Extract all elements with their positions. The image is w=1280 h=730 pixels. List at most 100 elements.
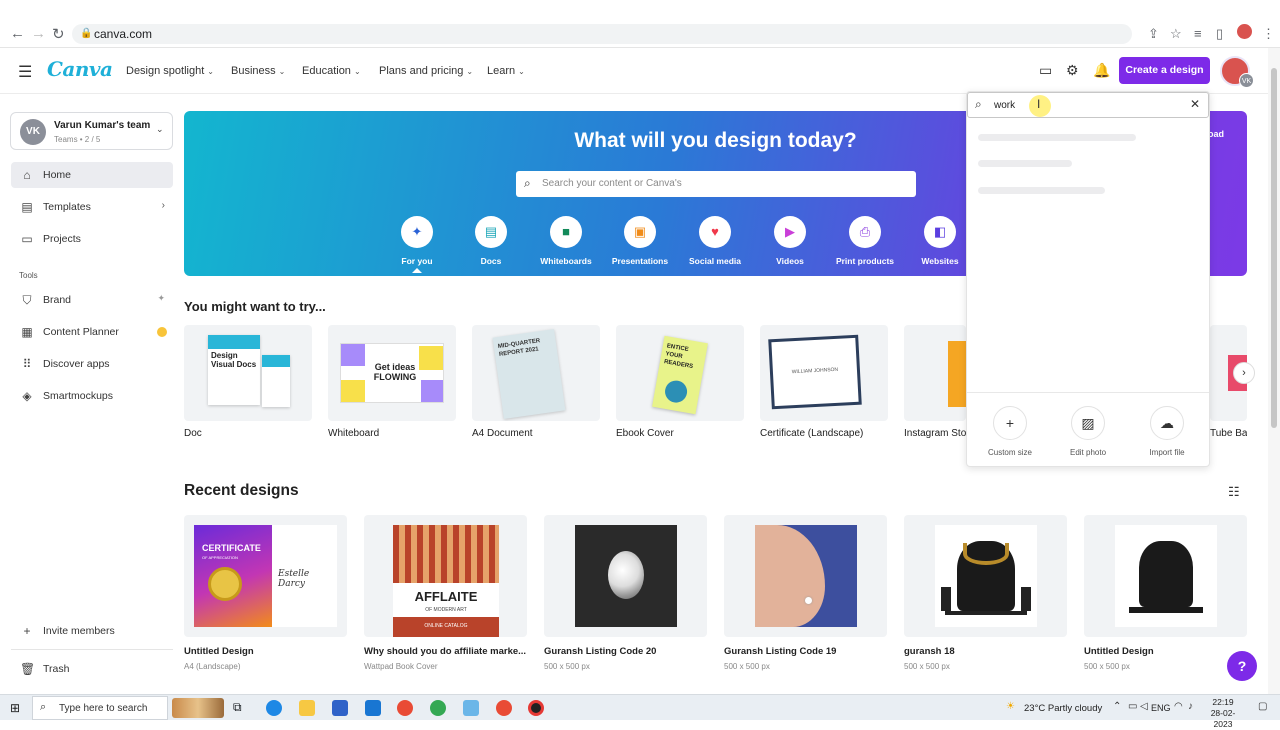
category-videos[interactable]: ▶ Videos	[755, 216, 825, 266]
forward-icon[interactable]: →	[31, 25, 46, 42]
recent-title: Guransh Listing Code 19	[724, 646, 837, 657]
category-websites[interactable]: ◧ Websites	[905, 216, 975, 266]
taskbar-search[interactable]: ⌕ Type here to search	[32, 696, 168, 720]
nav-design-spotlight[interactable]: Design spotlight ⌄	[126, 65, 214, 77]
address-bar[interactable]: 🔒 canva.com	[72, 24, 1132, 44]
mail-icon[interactable]	[365, 700, 381, 716]
sidebar-item-discover-apps[interactable]: ⠿ Discover apps	[11, 351, 173, 377]
wifi-icon[interactable]: ◠	[1174, 701, 1183, 712]
category-whiteboards[interactable]: ■ Whiteboards	[531, 216, 601, 266]
category-presentations[interactable]: ▣ Presentations	[605, 216, 675, 266]
try-card-instagram-story[interactable]	[904, 325, 966, 421]
team-switcher[interactable]: VK Varun Kumar's team Teams • 2 / 5 ⌄	[10, 112, 173, 150]
edit-photo-button[interactable]: ▨ Edit photo	[1053, 406, 1123, 457]
more-menu-icon[interactable]: ⋮	[1262, 26, 1275, 42]
sidebar-item-projects[interactable]: ▭ Projects	[11, 226, 173, 252]
avatar[interactable]: VK	[1220, 56, 1254, 88]
recent-card[interactable]	[544, 515, 707, 637]
hamburger-menu-icon[interactable]: ☰	[18, 62, 32, 82]
network-icon[interactable]: ▭	[1128, 701, 1137, 712]
create-design-button[interactable]: Create a design	[1119, 57, 1210, 84]
upload-button-fragment[interactable]: oad	[1208, 129, 1224, 139]
search-box[interactable]: ⌕ ✕	[967, 92, 1209, 118]
language-indicator[interactable]: ENG	[1151, 703, 1171, 713]
affiliate-thumb-title: AFFLAITE	[414, 589, 478, 604]
bookmark-star-icon[interactable]: ☆	[1170, 26, 1182, 42]
nav-learn[interactable]: Learn ⌄	[487, 65, 525, 77]
carousel-next-button[interactable]: ›	[1233, 362, 1255, 384]
task-view-icon[interactable]: ⧉	[233, 700, 249, 716]
chrome-active-icon[interactable]	[496, 700, 512, 716]
cert-thumb-name: Estelle Darcy	[278, 569, 310, 589]
sidebar-item-brand[interactable]: ⛉ Brand ✦	[11, 287, 173, 313]
sidebar-item-trash[interactable]: 🗑 Trash	[11, 656, 173, 682]
chrome-icon[interactable]	[397, 700, 413, 716]
recent-card[interactable]: AFFLAITE OF MODERN ART ONLINE CATALOG	[364, 515, 527, 637]
loading-skeleton	[978, 187, 1105, 194]
reload-icon[interactable]: ↻	[52, 25, 65, 43]
category-for-you[interactable]: ✦ For you	[382, 216, 452, 273]
speaker-icon[interactable]: ♪	[1188, 701, 1193, 712]
category-print-products[interactable]: ⎙ Print products	[830, 216, 900, 266]
reading-list-icon[interactable]: ≡	[1194, 26, 1202, 41]
chevron-up-icon[interactable]: ⌃	[1113, 701, 1121, 712]
recent-card[interactable]	[1084, 515, 1247, 637]
list-view-icon[interactable]: ☷	[1228, 484, 1240, 500]
nav-business[interactable]: Business ⌄	[231, 65, 285, 77]
bell-icon[interactable]: 🔔	[1093, 62, 1110, 79]
close-icon[interactable]: ✕	[1190, 97, 1200, 111]
volume-icon[interactable]: ◁	[1140, 701, 1148, 712]
recent-card[interactable]: CERTIFICATE OF APPRECIATION Estelle Darc…	[184, 515, 347, 637]
chrome-profile-icon[interactable]	[430, 700, 446, 716]
notification-icon[interactable]: ▢	[1258, 701, 1267, 712]
app-icon[interactable]	[463, 700, 479, 716]
custom-size-button[interactable]: + Custom size	[975, 406, 1045, 457]
sidebar-item-home[interactable]: ⌂ Home	[11, 162, 173, 188]
desktop-app-icon[interactable]: ▭	[1039, 62, 1052, 79]
store-icon[interactable]	[332, 700, 348, 716]
windows-start-icon[interactable]: ⊞	[10, 701, 20, 715]
quick-action-label: Custom size	[987, 448, 1032, 457]
back-icon[interactable]: ←	[10, 25, 25, 42]
plus-icon: +	[23, 624, 31, 638]
edge-icon[interactable]	[266, 700, 282, 716]
help-button[interactable]: ?	[1227, 651, 1257, 681]
weather-text[interactable]: 23°C Partly cloudy	[1024, 703, 1102, 714]
category-docs[interactable]: ▤ Docs	[456, 216, 526, 266]
sidebar-item-content-planner[interactable]: ▦ Content Planner	[11, 319, 173, 345]
profile-icon[interactable]	[1237, 24, 1252, 39]
cert-thumb-title: CERTIFICATE	[202, 543, 261, 553]
weather-widget-image[interactable]	[172, 698, 224, 718]
record-icon[interactable]	[528, 700, 544, 716]
category-social-media[interactable]: ♥ Social media	[680, 216, 750, 266]
import-file-button[interactable]: ☁ Import file	[1132, 406, 1202, 457]
gear-icon[interactable]: ⚙	[1066, 62, 1079, 79]
try-card-ebook-cover[interactable]: ENTICE YOUR READERS	[616, 325, 744, 421]
canva-logo[interactable]: Canva	[47, 57, 113, 81]
sidebar-item-templates[interactable]: ▤ Templates ›	[11, 194, 173, 220]
home-icon: ⌂	[23, 168, 31, 182]
invite-members-button[interactable]: + Invite members	[11, 618, 173, 644]
hero-search-input[interactable]: ⌕ Search your content or Canva's	[516, 171, 916, 197]
side-panel-icon[interactable]: ▯	[1216, 26, 1223, 42]
try-card-a4-document[interactable]: MID-QUARTER REPORT 2021	[472, 325, 600, 421]
nav-education[interactable]: Education ⌄	[302, 65, 361, 77]
recent-card[interactable]	[904, 515, 1067, 637]
sidebar-item-smartmockups[interactable]: ◈ Smartmockups	[11, 383, 173, 409]
layers-icon: ◈	[22, 389, 32, 403]
doc-thumbnail: Design Visual Docs	[208, 335, 260, 405]
recent-card[interactable]	[724, 515, 887, 637]
try-card-doc[interactable]: Design Visual Docs	[184, 325, 312, 421]
file-explorer-icon[interactable]	[299, 700, 315, 716]
try-card-certificate[interactable]: WILLIAM JOHNSON	[760, 325, 888, 421]
try-card-whiteboard[interactable]: Get ideas FLOWING	[328, 325, 456, 421]
url-text: canva.com	[94, 27, 153, 41]
affiliate-thumb-caption: ONLINE CATALOG	[424, 623, 468, 629]
scrollbar[interactable]	[1268, 48, 1280, 694]
clock[interactable]: 22:19 28-02-2023	[1205, 697, 1241, 730]
sidebar-item-label: Templates	[43, 201, 91, 213]
scrollbar-thumb[interactable]	[1271, 68, 1277, 428]
search-input[interactable]	[994, 96, 1174, 114]
nav-plans-pricing[interactable]: Plans and pricing ⌄	[379, 65, 473, 77]
share-icon[interactable]: ⇪	[1148, 26, 1159, 42]
